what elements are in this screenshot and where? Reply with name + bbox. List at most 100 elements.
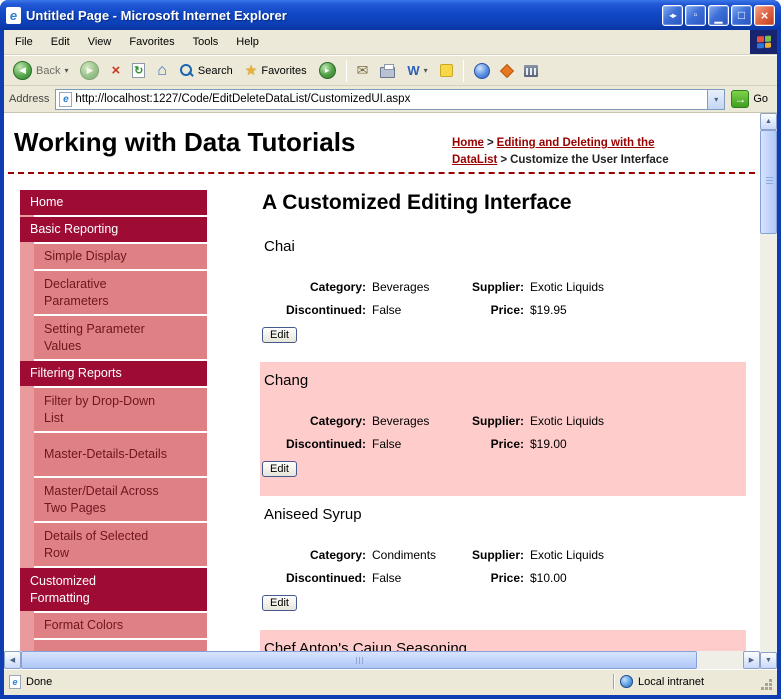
title-bar[interactable]: e Untitled Page - Microsoft Internet Exp… <box>0 0 781 30</box>
maximize-button[interactable]: □ <box>731 4 752 26</box>
sidebar-item-filtering-reports[interactable]: Filtering Reports <box>20 361 207 386</box>
window-extra-button[interactable]: ▫ <box>685 4 706 26</box>
discontinued-value: False <box>372 303 402 317</box>
back-button[interactable]: ◀ Back ▾ <box>8 57 73 84</box>
media-icon: ▸ <box>318 62 336 79</box>
sidebar-item-details-of-selected-row[interactable]: Details of Selected Row <box>34 523 207 566</box>
category-value: Beverages <box>372 414 430 428</box>
breadcrumb-link-home[interactable]: Home <box>452 137 484 149</box>
sidebar-item-label: Master/Detail Across Two Pages <box>44 483 159 515</box>
category-label: Category: <box>309 548 366 562</box>
browser-window: e Untitled Page - Microsoft Internet Exp… <box>0 0 781 699</box>
discontinued-label: Discontinued: <box>286 437 366 451</box>
go-arrow-icon: → <box>731 90 750 108</box>
edit-button[interactable]: Edit <box>262 461 297 477</box>
address-dropdown-button[interactable]: ▾ <box>707 89 725 109</box>
address-bar: Address e ▾ → Go <box>4 86 777 113</box>
horizontal-scrollbar: ◀ ▶ <box>4 651 760 669</box>
close-button[interactable]: × <box>754 4 775 26</box>
menu-view[interactable]: View <box>79 32 121 52</box>
mail-button[interactable]: ✉ <box>352 57 374 84</box>
windows-logo-icon <box>750 30 777 54</box>
sidebar-item-home[interactable]: Home <box>20 190 207 215</box>
sidebar-item-simple-display[interactable]: Simple Display <box>34 244 207 269</box>
product-name: Aniseed Syrup <box>264 506 362 523</box>
stop-button[interactable]: × <box>106 57 125 84</box>
go-label: Go <box>753 93 768 105</box>
edit-in-word-button[interactable]: W ▾ <box>402 57 432 84</box>
discontinued-value: False <box>372 437 402 451</box>
window-controls: ◂▸ ▫ ▁ □ × <box>662 4 775 26</box>
sidebar-item-label: Home <box>30 195 64 210</box>
sidebar-item-label: Simple Display <box>44 249 127 264</box>
vertical-scroll-thumb[interactable] <box>760 130 777 234</box>
scroll-right-button[interactable]: ▶ <box>743 651 760 669</box>
back-caret-icon: ▾ <box>64 66 69 75</box>
sidebar-item-label: Basic Reporting <box>30 222 119 237</box>
supplier-label: Supplier: <box>471 414 524 428</box>
print-button[interactable] <box>375 57 400 84</box>
breadcrumb-separator: > <box>500 153 508 166</box>
sidebar-item-label: Details of Selected Row <box>44 528 149 560</box>
product-card: Chang Category: Beverages Supplier: Exot… <box>260 362 746 496</box>
search-label: Search <box>197 64 233 77</box>
horizontal-scroll-thumb[interactable] <box>21 651 697 669</box>
refresh-icon: ↻ <box>132 63 146 78</box>
menu-bar: File Edit View Favorites Tools Help <box>4 30 777 55</box>
sidebar-item-master-details-details[interactable]: Master-Details-Details <box>34 433 207 476</box>
sidebar-item-declarative-parameters[interactable]: Declarative Parameters <box>34 271 207 314</box>
sidebar-item-label: Master-Details-Details <box>44 447 167 462</box>
menu-help[interactable]: Help <box>227 32 268 52</box>
lightning-icon <box>499 63 514 78</box>
status-page-icon: e <box>9 674 21 689</box>
favorites-star-icon: ★ <box>244 62 258 78</box>
edit-button[interactable]: Edit <box>262 327 297 343</box>
edit-button[interactable]: Edit <box>262 595 297 611</box>
sidebar-item-filter-by-dropdown-list[interactable]: Filter by Drop-Down List <box>34 388 207 431</box>
columns-icon <box>523 64 538 77</box>
window-nav-button[interactable]: ◂▸ <box>662 4 683 26</box>
sidebar-item-basic-reporting[interactable]: Basic Reporting <box>20 217 207 242</box>
scroll-left-button[interactable]: ◀ <box>4 651 21 669</box>
forward-icon: ▶ <box>80 61 100 80</box>
media-button[interactable]: ▸ <box>314 57 341 84</box>
word-icon: W <box>407 63 420 78</box>
home-button[interactable]: ⌂ <box>152 57 172 84</box>
go-button[interactable]: → Go <box>731 90 772 108</box>
menu-tools[interactable]: Tools <box>184 32 228 52</box>
address-input[interactable] <box>75 93 705 105</box>
product-fields: Category: Beverages Supplier: Exotic Liq… <box>262 280 730 317</box>
sidebar-item-partial[interactable] <box>34 640 207 651</box>
scroll-down-button[interactable]: ▼ <box>760 652 777 669</box>
addon-button-1[interactable] <box>497 57 517 84</box>
sidebar-item-setting-parameter-values[interactable]: Setting Parameter Values <box>34 316 207 359</box>
sidebar-item-master-detail-two-pages[interactable]: Master/Detail Across Two Pages <box>34 478 207 521</box>
search-button[interactable]: Search <box>174 57 238 84</box>
sidebar-item-format-colors[interactable]: Format Colors <box>34 613 207 638</box>
toolbar-separator <box>462 59 464 82</box>
forward-button[interactable]: ▶ <box>75 57 104 84</box>
messenger-button[interactable] <box>469 57 495 84</box>
edit-caret-icon: ▾ <box>423 66 428 75</box>
note-icon <box>439 64 453 77</box>
resize-grip[interactable] <box>760 678 773 691</box>
discuss-button[interactable] <box>435 57 458 84</box>
sidebar-item-customized-formatting[interactable]: Customized Formatting <box>20 568 207 611</box>
price-label: Price: <box>490 437 524 451</box>
scroll-track[interactable] <box>760 234 777 652</box>
scroll-track[interactable] <box>697 651 743 669</box>
standard-toolbar: ◀ Back ▾ ▶ × ↻ ⌂ Search ★ Favorites ▸ ✉ <box>4 55 777 86</box>
menu-favorites[interactable]: Favorites <box>120 32 183 52</box>
favorites-button[interactable]: ★ Favorites <box>240 57 312 84</box>
supplier-value: Exotic Liquids <box>530 548 605 562</box>
scroll-up-button[interactable]: ▲ <box>760 113 777 130</box>
menu-file[interactable]: File <box>6 32 42 52</box>
refresh-button[interactable]: ↻ <box>127 57 150 84</box>
price-value: $10.00 <box>530 571 567 585</box>
supplier-value: Exotic Liquids <box>530 414 605 428</box>
addon-button-2[interactable] <box>519 57 543 84</box>
addon-button-3[interactable] <box>545 57 569 84</box>
menu-edit[interactable]: Edit <box>42 32 79 52</box>
discontinued-label: Discontinued: <box>286 303 366 317</box>
minimize-button[interactable]: ▁ <box>708 4 729 26</box>
